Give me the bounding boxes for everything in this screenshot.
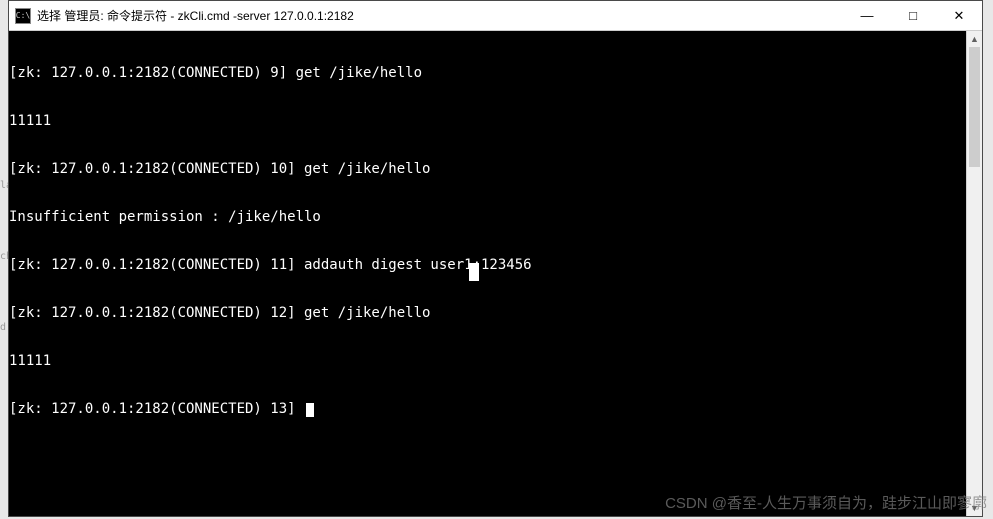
minimize-button[interactable]: — [844,1,890,30]
cmd-icon: C:\ [15,8,31,24]
terminal-line: Insufficient permission : /jike/hello [9,209,966,225]
selection-cursor [469,263,479,281]
window-controls: — □ ✕ [844,1,982,30]
command-prompt-window: C:\ 选择 管理员: 命令提示符 - zkCli.cmd -server 12… [8,0,983,517]
terminal-line: 11111 [9,353,966,369]
close-button[interactable]: ✕ [936,1,982,30]
scroll-down-arrow-icon[interactable]: ▼ [967,500,982,516]
window-title: 选择 管理员: 命令提示符 - zkCli.cmd -server 127.0.… [37,7,354,24]
terminal-line: [zk: 127.0.0.1:2182(CONNECTED) 11] addau… [9,257,966,273]
client-area: [zk: 127.0.0.1:2182(CONNECTED) 9] get /j… [9,31,982,516]
scroll-up-arrow-icon[interactable]: ▲ [967,31,982,47]
vertical-scrollbar[interactable]: ▲ ▼ [966,31,982,516]
terminal-output[interactable]: [zk: 127.0.0.1:2182(CONNECTED) 9] get /j… [9,31,966,516]
text-cursor [306,403,314,417]
titlebar[interactable]: C:\ 选择 管理员: 命令提示符 - zkCli.cmd -server 12… [9,1,982,31]
terminal-prompt-line: [zk: 127.0.0.1:2182(CONNECTED) 13] [9,401,966,417]
scroll-thumb[interactable] [969,47,980,167]
terminal-line: [zk: 127.0.0.1:2182(CONNECTED) 9] get /j… [9,65,966,81]
maximize-button[interactable]: □ [890,1,936,30]
terminal-line: [zk: 127.0.0.1:2182(CONNECTED) 10] get /… [9,161,966,177]
terminal-line: 11111 [9,113,966,129]
terminal-line: [zk: 127.0.0.1:2182(CONNECTED) 12] get /… [9,305,966,321]
